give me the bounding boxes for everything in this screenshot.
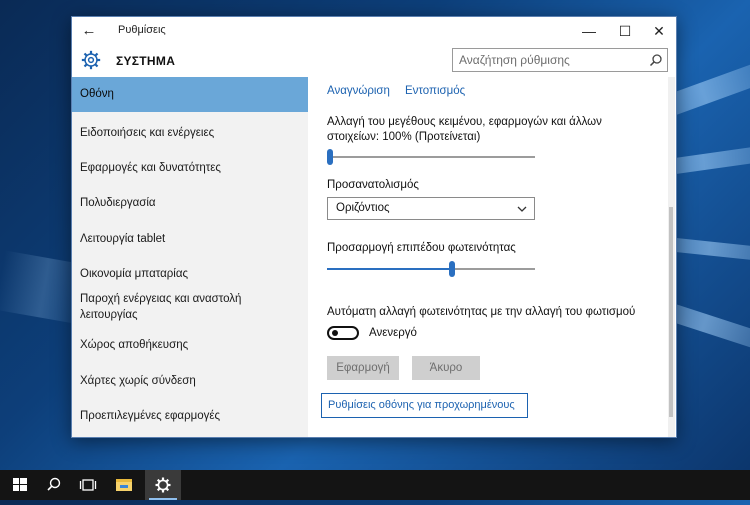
file-explorer-icon: [116, 479, 132, 491]
search-icon: [47, 477, 61, 491]
settings-header: ΣΥΣΤΗΜΑ: [72, 45, 676, 77]
back-button[interactable]: ←: [78, 21, 100, 41]
title-bar: ← Ρυθμίσεις — ☐ ✕: [72, 17, 676, 45]
window-title: Ρυθμίσεις: [118, 24, 166, 36]
sidebar-item-notifications[interactable]: Ειδοποιήσεις και ενέργειες: [72, 119, 308, 147]
scale-slider-track: [327, 156, 535, 158]
brightness-slider-fill: [327, 268, 452, 270]
auto-brightness-toggle[interactable]: [327, 326, 359, 340]
sidebar-item-tablet-mode[interactable]: Λειτουργία tablet: [72, 225, 308, 253]
brightness-label: Προσαρμογή επιπέδου φωτεινότητας: [327, 242, 516, 254]
search-box[interactable]: [452, 48, 668, 72]
orientation-label: Προσανατολισμός: [327, 179, 419, 191]
taskbar-search-button[interactable]: [36, 470, 72, 500]
windows-start-icon: [13, 478, 27, 491]
display-settings-panel: Αναγνώριση Εντοπισμός Αλλαγή του μεγέθου…: [308, 77, 676, 437]
cancel-button[interactable]: Άκυρο: [412, 356, 480, 380]
search-icon[interactable]: [649, 53, 663, 67]
advanced-display-settings-link[interactable]: Ρυθμίσεις οθόνης για προχωρημένους: [321, 393, 528, 418]
orientation-dropdown[interactable]: Οριζόντιος: [327, 197, 535, 220]
identify-link[interactable]: Αναγνώριση: [327, 85, 390, 97]
minimize-button[interactable]: —: [572, 17, 606, 45]
chevron-down-icon: [517, 206, 527, 212]
sidebar-item-multitasking[interactable]: Πολυδιεργασία: [72, 189, 308, 217]
settings-gear-icon: [155, 477, 171, 493]
task-view-icon: [79, 479, 97, 491]
close-button[interactable]: ✕: [642, 17, 676, 45]
sidebar-item-storage[interactable]: Χώρος αποθήκευσης: [72, 331, 308, 359]
sidebar-item-offline-maps[interactable]: Χάρτες χωρίς σύνδεση: [72, 367, 308, 395]
sidebar-nav: Οθόνη Ειδοποιήσεις και ενέργειες Εφαρμογ…: [72, 77, 308, 437]
taskbar: [0, 470, 750, 500]
scrollbar[interactable]: [668, 77, 675, 437]
settings-window: ← Ρυθμίσεις — ☐ ✕ ΣΥΣΤΗΜΑ Οθόνη Ειδ: [71, 16, 677, 438]
search-input[interactable]: [453, 49, 650, 71]
sidebar-item-default-apps[interactable]: Προεπιλεγμένες εφαρμογές: [72, 402, 308, 430]
toggle-knob: [332, 330, 338, 336]
scrollbar-thumb[interactable]: [669, 207, 673, 417]
scale-label: Αλλαγή του μεγέθους κειμένου, εφαρμογών …: [327, 116, 602, 143]
task-view-button[interactable]: [70, 470, 106, 500]
settings-taskbar-button[interactable]: [145, 470, 181, 500]
scale-slider-thumb[interactable]: [327, 149, 333, 165]
section-title: ΣΥΣΤΗΜΑ: [116, 54, 176, 68]
auto-brightness-state: Ανενεργό: [369, 327, 417, 339]
maximize-button[interactable]: ☐: [608, 17, 642, 45]
sidebar-item-display[interactable]: Οθόνη: [72, 77, 308, 112]
sidebar-item-apps[interactable]: Εφαρμογές και δυνατότητες: [72, 154, 308, 182]
file-explorer-button[interactable]: [106, 470, 142, 500]
orientation-value: Οριζόντιος: [336, 202, 390, 214]
gear-icon: [81, 50, 101, 70]
sidebar-item-power-sleep[interactable]: Παροχή ενέργειας και αναστολή λειτουργία…: [72, 291, 308, 327]
brightness-slider-thumb[interactable]: [449, 261, 455, 277]
apply-button[interactable]: Εφαρμογή: [327, 356, 399, 380]
start-button[interactable]: [2, 470, 38, 500]
detect-link[interactable]: Εντοπισμός: [405, 85, 465, 97]
auto-brightness-label: Αυτόματη αλλαγή φωτεινότητας με την αλλα…: [327, 306, 636, 318]
sidebar-item-battery-saver[interactable]: Οικονομία μπαταρίας: [72, 260, 308, 288]
